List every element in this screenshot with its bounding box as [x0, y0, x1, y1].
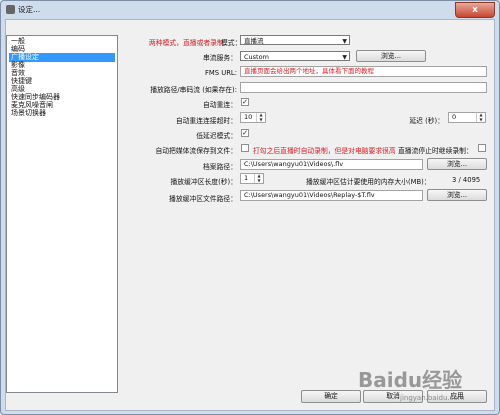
delay-spinner[interactable]: 0 ▲ ▼	[448, 112, 486, 123]
autosave-label: 自动把媒体流保存到文件：	[155, 147, 237, 155]
service-label: 串流服务：	[203, 54, 237, 62]
settings-category-list[interactable]: 一般 编码 广播设定 影像 音效 快捷键 高级 快速同步编码器 麦克风噪音闸 场…	[6, 35, 118, 393]
delay-value: 0	[452, 113, 457, 121]
file-path-input[interactable]: C:\Users\wangyu01\Videos\.flv	[240, 159, 423, 170]
file-path-label: 档案路径：	[203, 163, 237, 171]
sidebar-item-scene-switcher[interactable]: 场景切换器	[9, 109, 115, 118]
buffer-file-input[interactable]: C:\Users\wangyu01\Videos\Replay-$T.flv	[240, 190, 423, 201]
buffer-file-browse-button[interactable]: 浏览...	[427, 189, 487, 201]
watermark-url: jingyan.baidu.com	[400, 394, 465, 402]
title-bar: 设定... x	[1, 1, 499, 19]
stop-record-checkbox[interactable]	[478, 144, 486, 152]
mode-dropdown[interactable]: 直播流 ▼	[240, 35, 350, 45]
reconnect-timeout-label: 自动重连连接超时：	[175, 117, 237, 125]
reconnect-timeout-spinner[interactable]: 10 ▲ ▼	[240, 112, 266, 123]
autosave-annotation: 打勾之后直播时自动录制，但是对电脑要求很高	[253, 147, 396, 155]
mode-value: 直播流	[244, 37, 264, 45]
playpath-label: 播放路径/串码流 (如果存在):	[150, 86, 237, 94]
file-path-browse-button[interactable]: 浏览...	[427, 158, 487, 170]
mode-annotation: 两种模式，直播或者录制	[149, 39, 224, 47]
auto-reconnect-label: 自动重连：	[203, 101, 237, 109]
buffer-file-label: 播放缓冲区文件路径：	[169, 195, 237, 203]
window-title: 设定...	[18, 5, 41, 14]
service-dropdown[interactable]: Custom ▼	[240, 51, 350, 61]
fms-url-label: FMS URL:	[204, 69, 237, 77]
replay-buffer-label: 播放缓冲区长度(秒)：	[170, 178, 237, 186]
service-value: Custom	[244, 53, 269, 61]
service-browse-button[interactable]: 浏览...	[356, 50, 426, 62]
watermark: Baidu经验 jingyan.baidu.com	[358, 364, 496, 410]
buffer-memory-label: 播放缓冲区估计要使用的内存大小(MB)：	[306, 178, 431, 186]
playpath-input[interactable]	[240, 82, 487, 93]
checkmark-icon: ✓	[242, 98, 248, 106]
delay-label: 延迟 (秒)：	[409, 117, 444, 125]
replay-buffer-spinner[interactable]: 1 ▲ ▼	[240, 173, 264, 184]
reconnect-timeout-value: 10	[244, 113, 253, 121]
spinner-arrows-icon[interactable]: ▲ ▼	[476, 112, 485, 122]
stop-record-label: 直播流停止时继续录制：	[398, 147, 473, 155]
low-latency-checkbox[interactable]: ✓	[241, 129, 249, 137]
fms-url-input[interactable]: 直播页面会给出两个地址，具体看下面的教程	[240, 66, 487, 77]
close-button[interactable]: x	[455, 2, 495, 18]
buffer-memory-value: 3 / 4095	[452, 176, 481, 184]
replay-buffer-value: 1	[244, 174, 249, 182]
ok-button[interactable]: 确定	[301, 390, 361, 403]
auto-reconnect-checkbox[interactable]: ✓	[241, 98, 249, 106]
autosave-checkbox[interactable]	[241, 144, 249, 152]
chevron-down-icon: ▼	[342, 54, 347, 61]
mode-label: 模式：	[221, 39, 242, 47]
low-latency-label: 低延迟模式：	[196, 132, 237, 140]
chevron-down-icon: ▼	[342, 38, 347, 45]
spinner-arrows-icon[interactable]: ▲ ▼	[254, 173, 263, 183]
app-icon	[6, 5, 15, 14]
fms-url-annotation: 直播页面会给出两个地址，具体看下面的教程	[244, 67, 374, 75]
watermark-brand: Baidu经验	[358, 368, 463, 392]
checkmark-icon: ✓	[242, 129, 248, 137]
spinner-arrows-icon[interactable]: ▲ ▼	[256, 112, 265, 122]
